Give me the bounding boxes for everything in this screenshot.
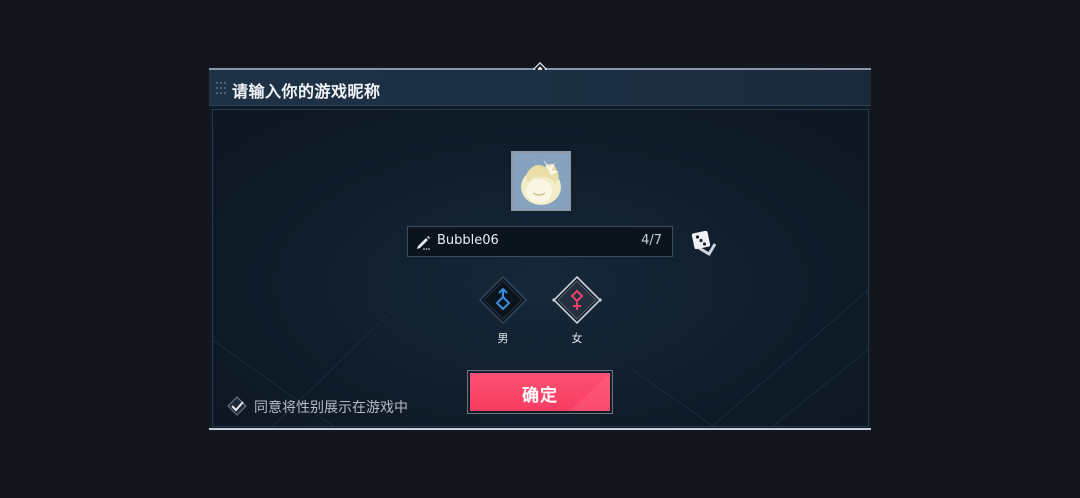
gender-divider-line [403, 290, 673, 291]
nickname-char-count: 4/7 [641, 233, 662, 248]
dice-icon [691, 230, 717, 257]
random-name-button[interactable] [689, 228, 719, 258]
grip-dots-icon [216, 82, 226, 94]
pencil-icon [417, 236, 430, 250]
agree-label: 同意将性别展示在游戏中 [254, 400, 408, 416]
nickname-dialog: 请输入你的游戏昵称 Bubble06 4/7 男 女 确定 同意将性别展示在游戏… [209, 61, 871, 431]
male-symbol-icon [479, 276, 527, 324]
gender-label-male: 男 [497, 332, 509, 345]
avatar-portrait-icon [513, 153, 569, 209]
nickname-value: Bubble06 [437, 233, 499, 248]
gender-label-female: 女 [571, 332, 583, 345]
avatar[interactable] [511, 151, 571, 211]
confirm-button-label: 确定 [522, 386, 558, 406]
gender-option-male[interactable] [478, 275, 528, 325]
dialog-title: 请输入你的游戏昵称 [232, 82, 381, 101]
dialog-content: Bubble06 4/7 男 女 确定 同意将性别展示在游戏中 [212, 109, 869, 427]
dialog-bottom-border [209, 428, 871, 430]
confirm-button[interactable]: 确定 [467, 370, 613, 414]
female-symbol-icon [552, 275, 602, 325]
nickname-input[interactable]: Bubble06 4/7 [407, 226, 673, 257]
gender-option-female[interactable] [552, 275, 602, 325]
dialog-header: 请输入你的游戏昵称 [209, 70, 871, 106]
checkmark-icon [227, 396, 247, 416]
